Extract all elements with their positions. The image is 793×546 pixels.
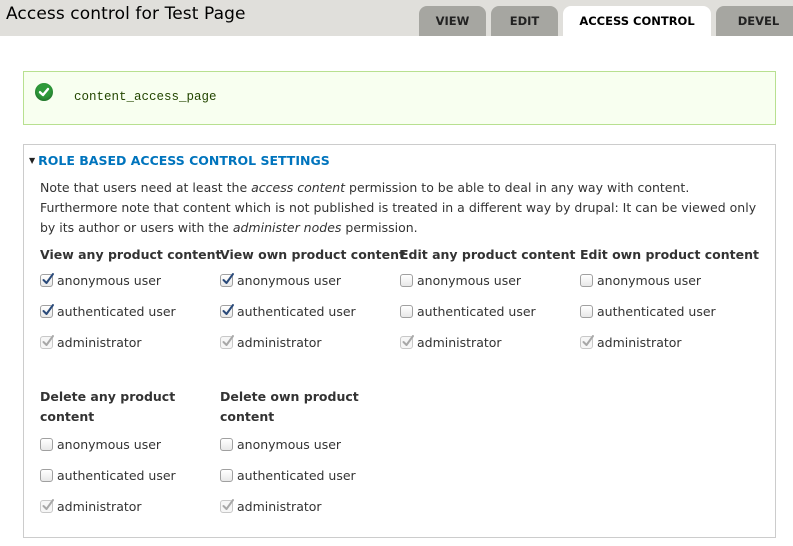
checkbox-authenticated-user[interactable] (580, 305, 593, 318)
permission-option-label: anonymous user (57, 437, 162, 452)
checkbox-authenticated-user[interactable] (40, 469, 53, 482)
permission-group-view-any: View any product content anonymous user au… (40, 245, 222, 358)
checkbox-authenticated-user[interactable] (400, 305, 413, 318)
description-emphasis: administer nodes (232, 220, 342, 235)
status-message-text: content_access_page (74, 90, 217, 104)
checkbox-administrator (40, 335, 54, 349)
tab-label: EDIT (509, 14, 540, 28)
permission-group-delete-any: Delete any product content anonymous user… (40, 387, 220, 522)
permission-option-label: anonymous user (237, 273, 342, 288)
caret-down-icon: ▼ (29, 156, 36, 165)
permission-option-label: administrator (237, 499, 322, 514)
permission-option-label: administrator (57, 335, 142, 350)
permission-group-title: View own product content (220, 247, 406, 262)
checkbox-anonymous-user[interactable] (400, 274, 413, 287)
permission-option[interactable]: anonymous user (40, 429, 220, 460)
checkbox-administrator (580, 335, 594, 349)
permission-option[interactable]: anonymous user (220, 265, 400, 296)
permission-option[interactable]: anonymous user (580, 265, 760, 296)
fieldset-description: Note that users need at least the access… (40, 178, 760, 238)
permission-option[interactable]: anonymous user (400, 265, 580, 296)
checkbox-anonymous-user[interactable] (40, 438, 53, 451)
checkbox-anonymous-user[interactable] (580, 274, 593, 287)
permission-group-delete-own: Delete own product content anonymous user… (220, 387, 400, 522)
checkbox-authenticated-user[interactable] (220, 304, 234, 318)
permission-option-label: anonymous user (57, 273, 162, 288)
permission-option-label: authenticated user (417, 304, 536, 319)
check-circle-icon (35, 83, 53, 101)
tab-label: ACCESS CONTROL (579, 14, 695, 28)
permission-group-title: Edit any product content (400, 247, 576, 262)
permission-option-label: anonymous user (597, 273, 702, 288)
fieldset-legend-label: ROLE BASED ACCESS CONTROL SETTINGS (38, 153, 330, 168)
description-text: permission to be able to deal in any way… (345, 180, 690, 195)
permission-option-label: authenticated user (597, 304, 716, 319)
permission-group-title: Edit own product content (580, 247, 759, 262)
checkbox-authenticated-user[interactable] (40, 304, 54, 318)
tab-label: DEVEL (737, 14, 780, 28)
permission-group-edit-own: Edit own product content anonymous user au… (580, 245, 760, 358)
description-emphasis: access content (251, 180, 346, 195)
permission-group-edit-any: Edit any product content anonymous user au… (400, 245, 580, 358)
tab-view[interactable]: VIEW (419, 6, 486, 36)
permission-option: administrator (40, 491, 220, 522)
permission-group-view-own: View own product content anonymous user au… (220, 245, 406, 358)
tab-label: VIEW (435, 14, 470, 28)
permission-option-label: authenticated user (57, 304, 176, 319)
permission-option-label: authenticated user (237, 304, 356, 319)
tab-edit[interactable]: EDIT (491, 6, 558, 36)
permission-option-label: administrator (57, 499, 142, 514)
permission-group-title: View any product content (40, 247, 222, 262)
permission-option[interactable]: anonymous user (40, 265, 220, 296)
permission-option[interactable]: authenticated user (400, 296, 580, 327)
permission-option-label: administrator (417, 335, 502, 350)
checkbox-anonymous-user[interactable] (220, 273, 234, 287)
permission-option-label: administrator (597, 335, 682, 350)
fieldset-legend-toggle[interactable]: ▼ ROLE BASED ACCESS CONTROL SETTINGS (29, 153, 330, 168)
permission-option: administrator (220, 491, 400, 522)
page-header: Access control for Test Page VIEW EDIT A… (0, 0, 793, 36)
permission-option-label: administrator (237, 335, 322, 350)
status-message: content_access_page (23, 71, 776, 125)
permission-option: administrator (40, 327, 220, 358)
permission-group-title: Delete own product content (220, 389, 359, 424)
permission-group-title: Delete any product content (40, 389, 176, 424)
permission-option[interactable]: anonymous user (220, 429, 400, 460)
checkbox-authenticated-user[interactable] (220, 469, 233, 482)
permission-option[interactable]: authenticated user (220, 296, 400, 327)
role-access-fieldset: ▼ ROLE BASED ACCESS CONTROL SETTINGS Not… (23, 144, 776, 538)
description-text: Note that users need at least the (40, 180, 252, 195)
permission-option-label: authenticated user (57, 468, 176, 483)
permission-option-label: anonymous user (237, 437, 342, 452)
description-text: permission. (341, 220, 418, 235)
permission-option[interactable]: authenticated user (40, 460, 220, 491)
permission-option-label: anonymous user (417, 273, 522, 288)
checkbox-anonymous-user[interactable] (40, 273, 54, 287)
permission-option[interactable]: authenticated user (580, 296, 760, 327)
tab-access-control[interactable]: ACCESS CONTROL (563, 6, 711, 36)
checkbox-administrator (220, 335, 234, 349)
permission-option: administrator (580, 327, 760, 358)
permission-option[interactable]: authenticated user (220, 460, 400, 491)
page-title: Access control for Test Page (6, 4, 246, 24)
permission-option: administrator (400, 327, 580, 358)
permission-option: administrator (220, 327, 400, 358)
checkbox-administrator (40, 499, 54, 513)
tab-devel[interactable]: DEVEL (716, 6, 793, 36)
checkbox-administrator (400, 335, 414, 349)
checkbox-anonymous-user[interactable] (220, 438, 233, 451)
checkbox-administrator (220, 499, 234, 513)
permission-option[interactable]: authenticated user (40, 296, 220, 327)
permission-option-label: authenticated user (237, 468, 356, 483)
